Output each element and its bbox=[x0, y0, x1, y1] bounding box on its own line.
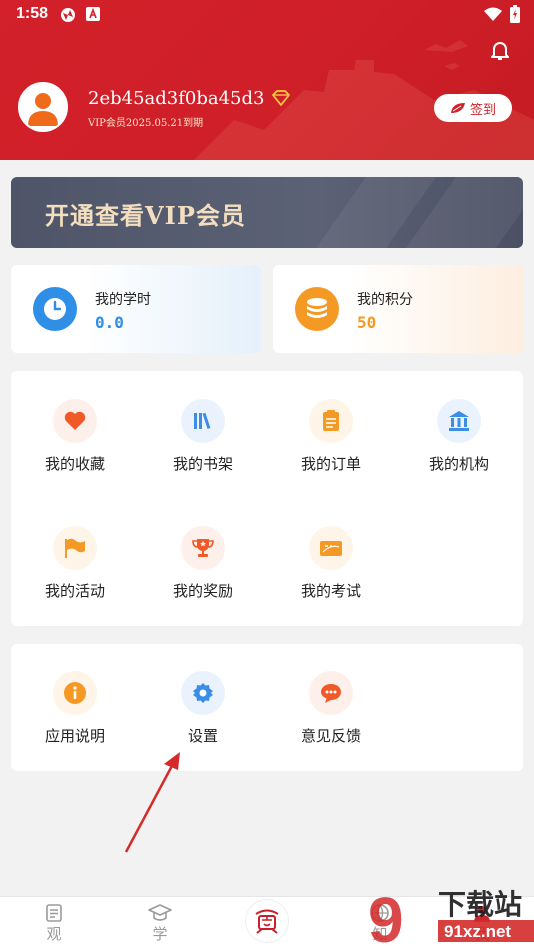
signin-button[interactable]: 签到 bbox=[434, 94, 512, 122]
menu-orders[interactable]: 我的订单 bbox=[267, 399, 395, 474]
menu-label: 应用说明 bbox=[44, 727, 105, 745]
points-label: 我的积分 bbox=[357, 292, 413, 308]
signin-label: 签到 bbox=[469, 102, 496, 118]
vip-diamond-icon bbox=[272, 90, 290, 106]
menu-activities[interactable]: 我的活动 bbox=[11, 526, 139, 601]
site-watermark: 9 下载站 91xz.net bbox=[366, 880, 534, 950]
flag-icon bbox=[53, 526, 97, 570]
svg-text:9: 9 bbox=[368, 884, 404, 950]
vip-banner-text: 开通查看VIP会员 bbox=[45, 201, 246, 230]
leaf-icon bbox=[450, 103, 465, 113]
menu-label: 我的机构 bbox=[428, 455, 489, 473]
menu-label: 我的奖励 bbox=[172, 582, 233, 600]
vip-banner[interactable]: 开通查看VIP会员 bbox=[11, 177, 523, 248]
menu-rewards[interactable]: 我的奖励 bbox=[139, 526, 267, 601]
study-hours-label: 我的学时 bbox=[95, 292, 151, 308]
username: 2eb45ad3f0ba45d3 bbox=[88, 88, 265, 109]
graduation-cap-icon bbox=[148, 904, 172, 921]
nav-label: 观 bbox=[46, 925, 62, 943]
trophy-icon bbox=[181, 526, 225, 570]
gear-icon bbox=[181, 671, 225, 715]
seal-logo-icon bbox=[255, 909, 279, 934]
status-bar: 1:58 bbox=[0, 0, 534, 30]
order-icon bbox=[309, 399, 353, 443]
menu-label: 我的书架 bbox=[172, 455, 233, 473]
heart-icon bbox=[53, 399, 97, 443]
menu-feedback[interactable]: 意见反馈 bbox=[267, 671, 395, 746]
menu-settings[interactable]: 设置 bbox=[139, 671, 267, 746]
coins-icon bbox=[295, 287, 339, 331]
menu-label: 设置 bbox=[187, 727, 218, 745]
info-icon bbox=[53, 671, 97, 715]
nav-learn[interactable]: 学 bbox=[130, 899, 190, 944]
main-menu-card: 我的收藏 我的书架 我的订单 我的机构 我的活动 我的奖励 我的考试 bbox=[11, 371, 523, 626]
menu-app-guide[interactable]: 应用说明 bbox=[11, 671, 139, 746]
menu-exams[interactable]: 我的考试 bbox=[267, 526, 395, 601]
battery-icon bbox=[510, 5, 520, 28]
points-card[interactable]: 我的积分 50 bbox=[273, 265, 523, 353]
study-hours-value: 0.0 bbox=[95, 313, 124, 332]
exam-icon bbox=[309, 526, 353, 570]
nav-watch[interactable]: 观 bbox=[24, 899, 84, 944]
menu-label: 意见反馈 bbox=[300, 727, 361, 745]
browser-icon bbox=[60, 7, 76, 28]
watermark-text-bottom: 91xz.net bbox=[444, 922, 511, 941]
menu-label: 我的活动 bbox=[44, 582, 105, 600]
institution-icon bbox=[437, 399, 481, 443]
menu-institution[interactable]: 我的机构 bbox=[395, 399, 523, 474]
nav-label: 学 bbox=[152, 925, 168, 943]
menu-label: 我的收藏 bbox=[44, 455, 105, 473]
nav-home[interactable] bbox=[245, 899, 289, 943]
secondary-menu-card: 应用说明 设置 意见反馈 bbox=[11, 644, 523, 771]
document-icon bbox=[46, 904, 62, 922]
menu-label: 我的考试 bbox=[300, 582, 361, 600]
menu-bookshelf[interactable]: 我的书架 bbox=[139, 399, 267, 474]
feedback-icon bbox=[309, 671, 353, 715]
watermark-text-top: 下载站 bbox=[438, 888, 522, 921]
wifi-icon bbox=[484, 7, 502, 26]
study-hours-card[interactable]: 我的学时 0.0 bbox=[11, 265, 261, 353]
menu-favorites[interactable]: 我的收藏 bbox=[11, 399, 139, 474]
status-time: 1:58 bbox=[16, 5, 49, 22]
notification-bell-icon[interactable] bbox=[488, 38, 512, 62]
menu-label: 我的订单 bbox=[300, 455, 361, 473]
annotation-arrow bbox=[124, 752, 180, 853]
points-value: 50 bbox=[357, 313, 377, 332]
app-notification-icon bbox=[86, 7, 100, 26]
clock-icon bbox=[33, 287, 77, 331]
vip-expiry: VIP会员2025.05.21到期 bbox=[88, 118, 204, 129]
avatar[interactable] bbox=[18, 82, 68, 132]
bookshelf-icon bbox=[181, 399, 225, 443]
profile-header: 1:58 2eb45ad3f0ba45d3 VIP会员2025.05.21到期 … bbox=[0, 0, 534, 160]
